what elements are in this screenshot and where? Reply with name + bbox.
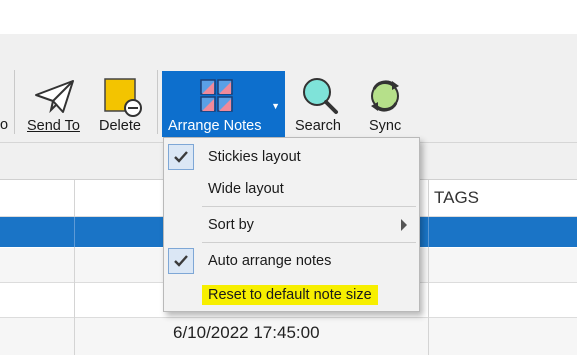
menu-item-reset-note-size[interactable]: Reset to default note size xyxy=(164,277,419,309)
delete-button[interactable]: Delete xyxy=(92,70,152,136)
menu-item-label: Reset to default note size xyxy=(202,285,378,305)
delete-note-icon xyxy=(104,78,142,117)
menu-item-sort-by[interactable]: Sort by xyxy=(164,209,419,241)
menu-item-auto-arrange[interactable]: Auto arrange notes xyxy=(164,245,419,277)
send-to-label: Send To xyxy=(27,118,80,134)
menu-item-label: Sort by xyxy=(208,217,254,233)
menu-item-stickies-layout[interactable]: Stickies layout xyxy=(164,141,419,173)
checkmark-icon xyxy=(168,144,194,170)
send-to-button[interactable]: Send To xyxy=(22,70,86,136)
column-divider xyxy=(428,180,429,355)
arrange-notes-button[interactable]: Arrange Notes ▼ xyxy=(162,71,285,137)
checkmark-icon xyxy=(168,248,194,274)
delete-label: Delete xyxy=(99,118,141,134)
column-header-tags[interactable]: TAGS xyxy=(434,188,479,208)
title-area xyxy=(0,0,577,34)
sync-label: Sync xyxy=(369,118,402,134)
partial-toolbar-label[interactable]: o xyxy=(0,117,8,133)
menu-item-wide-layout[interactable]: Wide layout xyxy=(164,173,419,205)
menu-item-label: Stickies layout xyxy=(208,149,301,165)
dropdown-caret-icon[interactable]: ▼ xyxy=(271,101,280,111)
menu-separator xyxy=(202,206,416,207)
magnifier-icon xyxy=(303,78,338,114)
column-divider xyxy=(428,217,429,247)
toolbar-separator xyxy=(157,70,158,134)
search-label: Search xyxy=(295,118,341,134)
arrange-grid-icon xyxy=(200,79,233,112)
menu-separator xyxy=(202,242,416,243)
search-button[interactable]: Search xyxy=(292,70,348,136)
toolbar-separator xyxy=(14,70,15,134)
sync-icon xyxy=(371,80,399,112)
sync-button[interactable]: Sync xyxy=(362,70,408,136)
column-divider xyxy=(74,180,75,355)
date-cell: 6/10/2022 17:45:00 xyxy=(173,323,320,342)
ribbon-toolbar xyxy=(0,34,577,143)
menu-item-label: Auto arrange notes xyxy=(208,253,332,269)
menu-item-label: Wide layout xyxy=(208,181,284,197)
arrange-notes-label: Arrange Notes xyxy=(168,118,262,134)
column-divider xyxy=(74,217,75,247)
submenu-arrow-icon xyxy=(401,219,407,231)
paper-plane-icon xyxy=(35,80,74,114)
arrange-notes-menu: Stickies layout Wide layout Sort by Auto… xyxy=(163,137,420,312)
